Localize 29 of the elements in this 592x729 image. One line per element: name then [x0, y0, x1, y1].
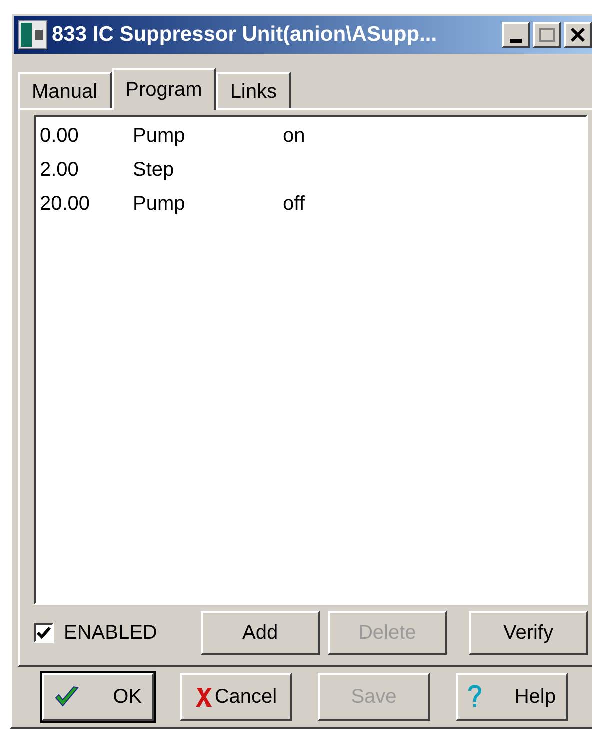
close-button[interactable] — [564, 22, 592, 48]
maximize-icon — [539, 28, 555, 42]
command-cell-text: Step — [133, 158, 176, 183]
tab[interactable]: Program — [112, 68, 216, 110]
tab[interactable]: Manual — [18, 72, 112, 108]
window-title: 833 IC Suppressor Unit(anion\ASupp... — [52, 22, 438, 48]
value-cell-text: on — [283, 124, 306, 149]
minimize-icon — [510, 38, 522, 43]
help-button[interactable]: Help — [456, 673, 568, 722]
check-icon — [37, 626, 51, 639]
cancel-button[interactable]: Cancel — [180, 673, 292, 722]
value-cell-text: off — [283, 192, 305, 217]
window-icon — [18, 20, 48, 50]
maximize-button[interactable] — [533, 22, 561, 48]
enabled-label: ENABLED — [64, 620, 158, 646]
tab[interactable]: Links — [216, 72, 292, 108]
checkmark-icon — [54, 685, 80, 710]
command-cell-text: Pump — [133, 192, 186, 217]
ok-button[interactable]: OK — [42, 673, 154, 722]
close-icon — [571, 28, 585, 42]
list-button[interactable]: Verify — [468, 610, 588, 655]
list-button[interactable]: Add — [200, 610, 320, 655]
minimize-button[interactable] — [502, 22, 530, 48]
x-mark-icon — [194, 685, 213, 710]
time-cell-text: 20.00 — [40, 192, 92, 217]
command-cell-text: Pump — [133, 124, 186, 149]
enabled-checkbox[interactable] — [34, 622, 54, 643]
time-cell-text: 2.00 — [40, 158, 80, 183]
time-cell-text: 0.00 — [40, 124, 80, 149]
